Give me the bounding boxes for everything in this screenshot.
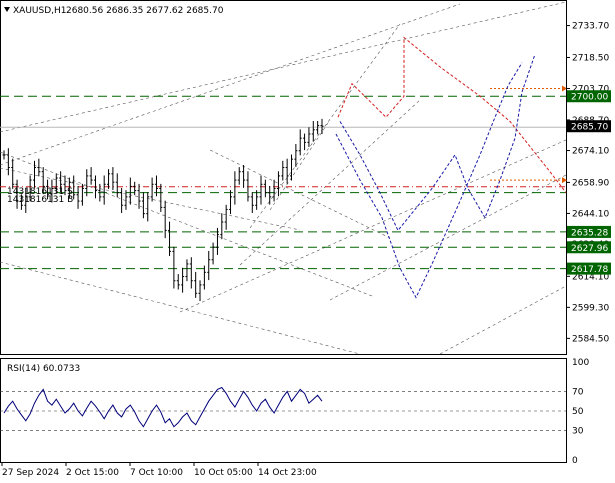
price-axis-group: 2733.702718.502703.702688.702674.102658.…	[566, 22, 611, 344]
time-tick-label: 27 Sep 2024	[2, 468, 59, 478]
chart-canvas[interactable]: 2733.702718.502703.702688.702674.102658.…	[0, 0, 615, 483]
price-badge-label: 2635.28	[571, 228, 608, 238]
price-tick-label: 2658.90	[572, 178, 609, 188]
trading-chart-window: 2733.702718.502703.702688.702674.102658.…	[0, 0, 615, 483]
price-badge-label: 2627.96	[571, 244, 608, 254]
price-badge-label: 2685.70	[571, 123, 608, 133]
ohlc-values: 2680.56 2686.35 2677.62 2685.70	[66, 6, 224, 16]
time-tick-label: 10 Oct 05:00	[194, 468, 253, 478]
symbol-label: XAUUSD,H1	[13, 6, 67, 16]
price-tick-label: 2599.30	[572, 303, 609, 313]
time-axis-group: 27 Sep 2024 2 Oct 15:00 7 Oct 10:00 10 Oct …	[1, 462, 317, 478]
rsi-tick-label: 70	[572, 387, 584, 397]
rsi-tick-label: 30	[572, 427, 584, 437]
price-tick-label: 2733.70	[572, 22, 609, 32]
price-badge-label: 2617.78	[571, 265, 608, 275]
chart-header: XAUUSD,H1 2680.56 2686.35 2677.62 2685.7…	[4, 6, 224, 16]
time-tick-label: 2 Oct 15:00	[66, 468, 119, 478]
time-tick-label: 7 Oct 10:00	[130, 468, 183, 478]
price-badge-label: 2700.00	[571, 93, 608, 103]
rsi-tick-label: 0	[572, 456, 578, 466]
rsi-axis-group: 100 70 50 30 0	[572, 358, 589, 466]
order-label-buy: 1431816131 B	[7, 195, 73, 205]
time-tick-label: 14 Oct 23:00	[258, 468, 317, 478]
rsi-tick-label: 50	[572, 407, 584, 417]
price-tick-label: 2644.10	[572, 209, 609, 219]
price-tick-label: 2718.50	[572, 53, 609, 63]
price-tick-label: 2674.10	[572, 147, 609, 157]
rsi-tick-label: 100	[572, 358, 589, 368]
rsi-header: RSI(14) 60.0733	[7, 364, 80, 374]
price-tick-label: 2584.50	[572, 334, 609, 344]
